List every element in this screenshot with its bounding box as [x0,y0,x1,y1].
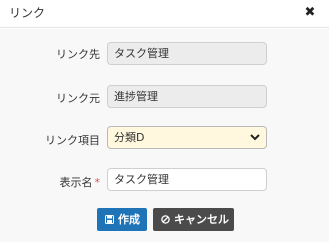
link-item-value: 分類D [114,131,145,144]
link-item-label: リンク項目 [45,134,100,147]
display-name-label: 表示名 * [60,174,101,190]
dialog-title: リンク [9,6,46,20]
link-dest-label: リンク先 [56,48,100,61]
link-dest-value: タスク管理 [114,47,169,60]
dialog-body: リンク先 タスク管理 リンク元 進捗管理 リンク項目 分類D 表示名 * タスク管… [0,29,329,242]
link-dest-field: タスク管理 [107,42,267,65]
display-name-input[interactable]: タスク管理 [107,168,267,191]
link-src-label: リンク元 [56,92,100,105]
create-button[interactable]: 作成 [97,208,147,231]
save-icon [105,215,114,224]
link-item-select[interactable]: 分類D [107,126,267,149]
link-src-field: 進捗管理 [107,85,267,108]
display-name-label-text: 表示名 [59,176,93,189]
dialog-header: リンク ✖ [0,0,329,28]
chevron-down-icon [250,134,260,141]
link-src-value: 進捗管理 [114,90,158,103]
link-dialog: リンク ✖ リンク先 タスク管理 リンク元 進捗管理 リンク項目 分類D 表示名… [0,0,329,242]
cancel-button-label: キャンセル [174,213,229,226]
required-mark: * [94,176,101,189]
display-name-value: タスク管理 [114,173,169,186]
cancel-button[interactable]: キャンセル [153,208,234,231]
create-button-label: 作成 [118,213,140,226]
close-icon[interactable]: ✖ [303,6,317,20]
ban-icon [161,215,170,224]
